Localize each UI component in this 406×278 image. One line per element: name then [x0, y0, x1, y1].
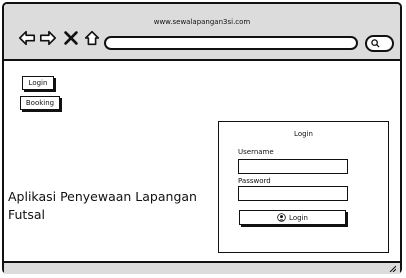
username-input[interactable]: [238, 159, 348, 174]
booking-nav-button[interactable]: Booking: [20, 96, 60, 110]
password-label: Password: [238, 177, 271, 185]
close-x-icon[interactable]: [62, 29, 80, 47]
resize-grip-icon[interactable]: [388, 264, 396, 272]
address-bar[interactable]: [104, 36, 358, 50]
login-submit-label: Login: [289, 213, 308, 222]
status-bar: [4, 261, 400, 274]
home-icon[interactable]: [83, 29, 101, 47]
login-submit-button[interactable]: Login: [239, 210, 346, 225]
app-title: Aplikasi Penyewaan Lapangan Futsal: [8, 189, 197, 222]
forward-arrow-icon[interactable]: [39, 29, 57, 47]
login-nav-button[interactable]: Login: [22, 76, 54, 90]
login-panel: Login Username Password Login: [218, 121, 389, 253]
search-button[interactable]: [365, 35, 394, 52]
user-icon: [277, 213, 286, 222]
search-icon: [371, 39, 380, 48]
login-panel-title: Login: [294, 130, 313, 138]
back-arrow-icon[interactable]: [18, 29, 36, 47]
browser-toolbar: www.sewalapangan3si.com: [4, 4, 400, 61]
username-label: Username: [238, 148, 274, 156]
password-input[interactable]: [238, 186, 348, 201]
page-url: www.sewalapangan3si.com: [153, 18, 251, 26]
